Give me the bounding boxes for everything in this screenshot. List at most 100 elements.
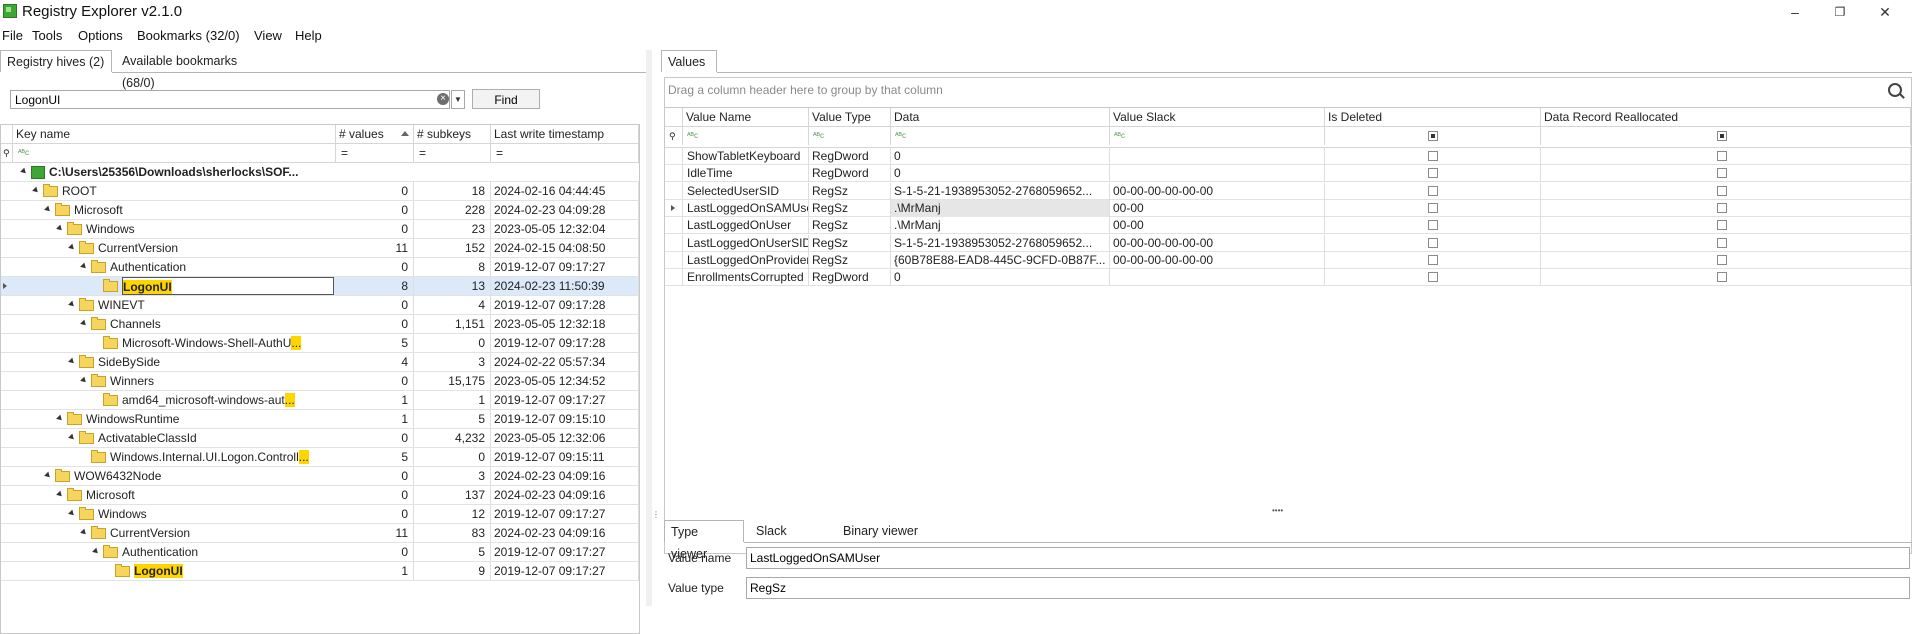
tree-row-hive-root[interactable]: C:\Users\25356\Downloads\sherlocks\SOF..… (1, 163, 639, 182)
expand-icon[interactable] (80, 319, 88, 328)
tab-values[interactable]: Values (661, 50, 717, 72)
reallocated-checkbox[interactable] (1717, 220, 1727, 231)
tree-row[interactable]: Microsoft 0 228 2024-02-23 04:09:28 (1, 201, 639, 220)
tree-row[interactable]: Microsoft 0 137 2024-02-23 04:09:16 (1, 486, 639, 505)
tree-row[interactable]: WindowsRuntime 1 5 2019-12-07 09:15:10 (1, 410, 639, 429)
column-value-name[interactable]: Value Name (683, 108, 809, 126)
registry-tree[interactable]: Key name # values # subkeys Last write t… (0, 124, 640, 634)
tab-registry-hives[interactable]: Registry hives (2) (0, 50, 112, 72)
column-is-deleted[interactable]: Is Deleted (1325, 108, 1541, 126)
tree-row[interactable]: Windows 0 23 2023-05-05 12:32:04 (1, 220, 639, 239)
column-values[interactable]: # values (336, 125, 414, 143)
column-last-write[interactable]: Last write timestamp (491, 125, 639, 143)
column-key-name[interactable]: Key name (13, 125, 336, 143)
tree-row[interactable]: SideBySide 4 3 2024-02-22 05:57:34 (1, 353, 639, 372)
expand-icon[interactable] (80, 262, 88, 271)
tree-row[interactable]: Authentication 0 5 2019-12-07 09:17:27 (1, 543, 639, 562)
expand-icon[interactable] (80, 376, 88, 385)
restore-button[interactable]: ❐ (1825, 2, 1855, 22)
filter-values[interactable]: = (336, 144, 414, 162)
is-deleted-checkbox[interactable] (1428, 254, 1438, 265)
menu-bookmarks[interactable]: Bookmarks (32/0) (137, 28, 240, 43)
filter-reallocated[interactable] (1541, 127, 1911, 145)
tree-row[interactable]: Windows 0 12 2019-12-07 09:17:27 (1, 505, 639, 524)
tree-row[interactable]: ActivatableClassId 0 4,232 2023-05-05 12:32… (1, 429, 639, 448)
value-row[interactable]: LastLoggedOnSAMUser RegSz .\MrManj 00-00 (665, 199, 1911, 217)
tree-row[interactable]: ROOT 0 18 2024-02-16 04:44:45 (1, 182, 639, 201)
is-deleted-checkbox[interactable] (1428, 272, 1438, 283)
filter-key-name[interactable]: ᴬᴮc (13, 144, 336, 162)
value-row[interactable]: LastLoggedOnUserSID RegSz S-1-5-21-1938953… (665, 234, 1911, 252)
tree-row[interactable]: LogonUI 1 9 2019-12-07 09:17:27 (1, 562, 639, 581)
reallocated-checkbox[interactable] (1717, 237, 1727, 248)
reallocated-checkbox[interactable] (1717, 272, 1727, 283)
reallocated-checkbox[interactable] (1717, 185, 1727, 196)
close-button[interactable]: ✕ (1870, 2, 1900, 22)
filter-value-slack[interactable]: ᴬᴮc (1110, 127, 1325, 145)
column-data-record-reallocated[interactable]: Data Record Reallocated (1541, 108, 1911, 126)
values-grid[interactable]: Value Name Value Type Data Value Slack I… (664, 107, 1912, 554)
value-row[interactable]: LastLoggedOnProvider RegSz {60B78E88-EAD8-… (665, 251, 1911, 269)
expand-icon[interactable] (56, 490, 64, 499)
reallocated-checkbox[interactable] (1717, 168, 1727, 179)
value-row[interactable]: LastLoggedOnUser RegSz .\MrManj 00-00 (665, 217, 1911, 235)
filter-is-deleted[interactable] (1325, 127, 1541, 145)
reallocated-checkbox[interactable] (1717, 151, 1727, 161)
expand-icon[interactable] (92, 547, 100, 556)
tab-available-bookmarks[interactable]: Available bookmarks (68/0) (116, 50, 276, 90)
filter-reallocated-checkbox[interactable] (1717, 131, 1727, 141)
is-deleted-checkbox[interactable] (1428, 237, 1438, 248)
expand-icon[interactable] (44, 205, 52, 214)
tree-row[interactable]: Channels 0 1,151 2023-05-05 12:32:18 (1, 315, 639, 334)
tab-binary-viewer[interactable]: Binary viewer (837, 520, 927, 542)
column-value-slack[interactable]: Value Slack (1110, 108, 1325, 126)
tree-row[interactable]: amd64_microsoft-windows-aut... 1 1 2019-12-… (1, 391, 639, 410)
find-button[interactable]: Find (472, 89, 540, 109)
is-deleted-checkbox[interactable] (1428, 220, 1438, 231)
is-deleted-checkbox[interactable] (1428, 151, 1438, 161)
is-deleted-checkbox[interactable] (1428, 202, 1438, 213)
clear-icon[interactable]: × (437, 93, 449, 105)
tree-row[interactable]: Winners 0 15,175 2023-05-05 12:34:52 (1, 372, 639, 391)
filter-subkeys[interactable]: = (414, 144, 491, 162)
minimize-button[interactable]: – (1780, 2, 1810, 22)
menu-tools[interactable]: Tools (32, 28, 62, 43)
menu-help[interactable]: Help (295, 28, 322, 43)
expand-icon[interactable] (20, 167, 28, 176)
tab-slack-viewer[interactable]: Slack viewer (750, 520, 830, 560)
tree-row[interactable]: Microsoft-Windows-Shell-AuthU... 5 0 2019-1… (1, 334, 639, 353)
tab-type-viewer[interactable]: Type viewer (664, 520, 744, 561)
tree-row[interactable]: Authentication 0 8 2019-12-07 09:17:27 (1, 258, 639, 277)
column-data[interactable]: Data (891, 108, 1110, 126)
menu-view[interactable]: View (254, 28, 282, 43)
panel-splitter[interactable] (646, 50, 652, 606)
column-subkeys[interactable]: # subkeys (414, 125, 491, 143)
search-input[interactable] (10, 90, 450, 109)
tree-row[interactable]: Windows.Internal.UI.Logon.Controll... 5 0 2… (1, 448, 639, 467)
expand-icon[interactable] (80, 528, 88, 537)
filter-value-name[interactable]: ᴬᴮc (683, 127, 809, 145)
tree-row[interactable]: CurrentVersion 11 83 2024-02-23 04:09:16 (1, 524, 639, 543)
expand-icon[interactable] (32, 186, 40, 195)
expand-icon[interactable] (68, 243, 76, 252)
value-row[interactable]: ShowTabletKeyboard RegDword 0 (665, 148, 1911, 165)
tree-row[interactable]: CurrentVersion 11 152 2024-02-15 04:08:50 (1, 239, 639, 258)
filter-value-type[interactable]: ᴬᴮc (809, 127, 891, 145)
reallocated-checkbox[interactable] (1717, 254, 1727, 265)
filter-data[interactable]: ᴬᴮc (891, 127, 1110, 145)
expand-icon[interactable] (44, 471, 52, 480)
value-type-field[interactable] (746, 577, 1910, 599)
tree-row[interactable]: LogonUI 8 13 2024-02-23 11:50:39 (1, 277, 639, 296)
expand-icon[interactable] (68, 509, 76, 518)
search-icon[interactable] (1888, 83, 1902, 97)
chevron-down-icon[interactable]: ▼ (451, 90, 465, 109)
filter-is-deleted-checkbox[interactable] (1428, 131, 1438, 141)
expand-icon[interactable] (56, 414, 64, 423)
reallocated-checkbox[interactable] (1717, 202, 1727, 213)
value-name-field[interactable] (746, 547, 1910, 569)
expand-icon[interactable] (68, 357, 76, 366)
value-row[interactable]: SelectedUserSID RegSz S-1-5-21-1938953052-… (665, 182, 1911, 200)
column-value-type[interactable]: Value Type (809, 108, 891, 126)
value-row[interactable]: IdleTime RegDword 0 (665, 165, 1911, 183)
tree-row[interactable]: WOW6432Node 0 3 2024-02-23 04:09:16 (1, 467, 639, 486)
